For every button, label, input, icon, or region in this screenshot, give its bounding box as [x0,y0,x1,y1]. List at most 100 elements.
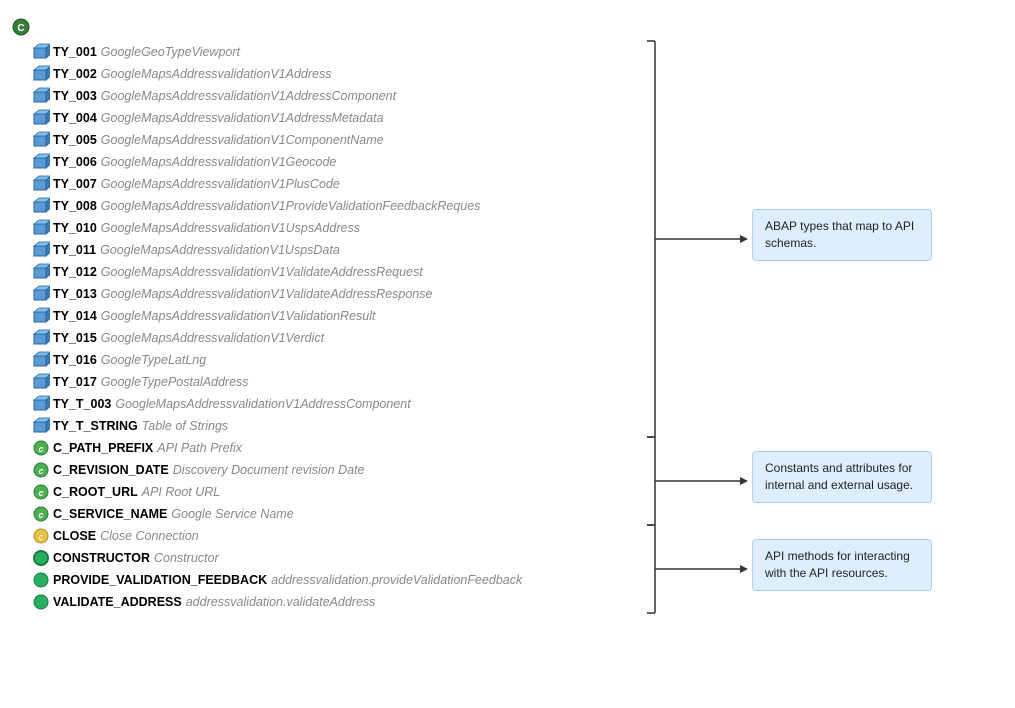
method-icon-PROVIDE_VALIDATION_FEEDBACK [32,572,50,588]
method-value-PROVIDE_VALIDATION_FEEDBACK: addressvalidation.provideValidationFeedb… [271,573,522,587]
svg-text:c: c [38,488,43,498]
const-key-C_ROOT_URL: C_ROOT_URL [53,485,138,499]
type-item-TY_T_STRING[interactable]: TY_T_STRING Table of Strings [10,415,630,437]
method-icon-CLOSE: c [32,528,50,544]
bracket-lines-svg [630,10,1005,698]
type-item-TY_005[interactable]: TY_005 GoogleMapsAddressvalidationV1Comp… [10,129,630,151]
method-value-VALIDATE_ADDRESS: addressvalidation.validateAddress [186,595,376,609]
type-key-TY_015: TY_015 [53,331,97,345]
cube-icon-TY_004 [32,110,50,126]
callout-methods: API methods for interacting with the API… [752,539,932,591]
type-key-TY_T_STRING: TY_T_STRING [53,419,138,433]
const-key-C_SERVICE_NAME: C_SERVICE_NAME [53,507,167,521]
type-key-TY_005: TY_005 [53,133,97,147]
cube-icon-TY_011 [32,242,50,258]
const-key-C_REVISION_DATE: C_REVISION_DATE [53,463,169,477]
type-item-TY_011[interactable]: TY_011 GoogleMapsAddressvalidationV1Usps… [10,239,630,261]
const-value-C_PATH_PREFIX: API Path Prefix [157,441,242,455]
cube-icon-TY_014 [32,308,50,324]
annotations-panel: ABAP types that map to API schemas. Const… [630,10,1005,698]
type-item-TY_012[interactable]: TY_012 GoogleMapsAddressvalidationV1Vali… [10,261,630,283]
method-value-CLOSE: Close Connection [100,529,199,543]
type-item-TY_002[interactable]: TY_002 GoogleMapsAddressvalidationV1Addr… [10,63,630,85]
type-item-TY_006[interactable]: TY_006 GoogleMapsAddressvalidationV1Geoc… [10,151,630,173]
method-value-CONSTRUCTOR: Constructor [154,551,219,565]
type-item-TY_016[interactable]: TY_016 GoogleTypeLatLng [10,349,630,371]
cube-icon-TY_015 [32,330,50,346]
cube-icon-TY_007 [32,176,50,192]
type-value-TY_004: GoogleMapsAddressvalidationV1AddressMeta… [101,111,384,125]
type-item-TY_013[interactable]: TY_013 GoogleMapsAddressvalidationV1Vali… [10,283,630,305]
cube-icon-TY_002 [32,66,50,82]
cube-icon-TY_013 [32,286,50,302]
type-key-TY_014: TY_014 [53,309,97,323]
type-item-TY_003[interactable]: TY_003 GoogleMapsAddressvalidationV1Addr… [10,85,630,107]
method-item-CONSTRUCTOR[interactable]: CONSTRUCTOR Constructor [10,547,630,569]
cube-icon-TY_012 [32,264,50,280]
svg-text:c: c [38,444,43,454]
cube-icon-TY_010 [32,220,50,236]
type-item-TY_T_003[interactable]: TY_T_003 GoogleMapsAddressvalidationV1Ad… [10,393,630,415]
type-item-TY_015[interactable]: TY_015 GoogleMapsAddressvalidationV1Verd… [10,327,630,349]
type-item-TY_004[interactable]: TY_004 GoogleMapsAddressvalidationV1Addr… [10,107,630,129]
type-item-TY_010[interactable]: TY_010 GoogleMapsAddressvalidationV1Usps… [10,217,630,239]
type-key-TY_016: TY_016 [53,353,97,367]
type-value-TY_011: GoogleMapsAddressvalidationV1UspsData [100,243,340,257]
type-value-TY_016: GoogleTypeLatLng [101,353,206,367]
callout-types: ABAP types that map to API schemas. [752,209,932,261]
const-icon-C_PATH_PREFIX: c [32,440,50,456]
svg-text:c: c [39,532,44,542]
const-key-C_PATH_PREFIX: C_PATH_PREFIX [53,441,153,455]
const-item-C_PATH_PREFIX[interactable]: c C_PATH_PREFIX API Path Prefix [10,437,630,459]
const-value-C_REVISION_DATE: Discovery Document revision Date [173,463,365,477]
cube-icon-TY_006 [32,154,50,170]
const-value-C_SERVICE_NAME: Google Service Name [171,507,293,521]
const-item-C_REVISION_DATE[interactable]: c C_REVISION_DATE Discovery Document rev… [10,459,630,481]
type-value-TY_002: GoogleMapsAddressvalidationV1Address [101,67,332,81]
main-container: C TY_001 GoogleGeoTypeViewport [0,0,1015,708]
methods-section: c CLOSE Close Connection CONSTRUCTOR Con… [10,525,630,613]
const-icon-C_SERVICE_NAME: c [32,506,50,522]
cube-icon-TY_003 [32,88,50,104]
constants-section: c C_PATH_PREFIX API Path Prefix c C_REVI… [10,437,630,525]
cube-icon-TY_T_003 [32,396,50,412]
const-icon-C_REVISION_DATE: c [32,462,50,478]
type-key-TY_010: TY_010 [53,221,97,235]
svg-text:c: c [38,466,43,476]
type-value-TY_015: GoogleMapsAddressvalidationV1Verdict [101,331,324,345]
type-key-TY_002: TY_002 [53,67,97,81]
type-key-TY_T_003: TY_T_003 [53,397,111,411]
method-key-CONSTRUCTOR: CONSTRUCTOR [53,551,150,565]
method-key-VALIDATE_ADDRESS: VALIDATE_ADDRESS [53,595,182,609]
type-value-TY_007: GoogleMapsAddressvalidationV1PlusCode [101,177,340,191]
root-item[interactable]: C [10,15,630,39]
method-item-CLOSE[interactable]: c CLOSE Close Connection [10,525,630,547]
const-item-C_ROOT_URL[interactable]: c C_ROOT_URL API Root URL [10,481,630,503]
type-item-TY_008[interactable]: TY_008 GoogleMapsAddressvalidationV1Prov… [10,195,630,217]
method-key-PROVIDE_VALIDATION_FEEDBACK: PROVIDE_VALIDATION_FEEDBACK [53,573,267,587]
method-item-PROVIDE_VALIDATION_FEEDBACK[interactable]: PROVIDE_VALIDATION_FEEDBACK addressvalid… [10,569,630,591]
callout-constants: Constants and attributes for internal an… [752,451,932,503]
type-value-TY_012: GoogleMapsAddressvalidationV1ValidateAdd… [101,265,423,279]
type-item-TY_017[interactable]: TY_017 GoogleTypePostalAddress [10,371,630,393]
method-item-VALIDATE_ADDRESS[interactable]: VALIDATE_ADDRESS addressvalidation.valid… [10,591,630,613]
type-key-TY_017: TY_017 [53,375,97,389]
const-item-C_SERVICE_NAME[interactable]: c C_SERVICE_NAME Google Service Name [10,503,630,525]
type-item-TY_007[interactable]: TY_007 GoogleMapsAddressvalidationV1Plus… [10,173,630,195]
type-key-TY_007: TY_007 [53,177,97,191]
cube-icon-TY_017 [32,374,50,390]
method-key-CLOSE: CLOSE [53,529,96,543]
type-key-TY_006: TY_006 [53,155,97,169]
type-value-TY_001: GoogleGeoTypeViewport [101,45,240,59]
type-key-TY_013: TY_013 [53,287,97,301]
type-value-TY_003: GoogleMapsAddressvalidationV1AddressComp… [101,89,396,103]
type-value-TY_017: GoogleTypePostalAddress [101,375,249,389]
type-item-TY_014[interactable]: TY_014 GoogleMapsAddressvalidationV1Vali… [10,305,630,327]
cube-icon-TY_016 [32,352,50,368]
type-item-TY_001[interactable]: TY_001 GoogleGeoTypeViewport [10,41,630,63]
type-key-TY_004: TY_004 [53,111,97,125]
svg-text:c: c [38,510,43,520]
type-value-TY_T_STRING: Table of Strings [142,419,228,433]
svg-text:C: C [17,23,24,34]
cube-icon-TY_005 [32,132,50,148]
